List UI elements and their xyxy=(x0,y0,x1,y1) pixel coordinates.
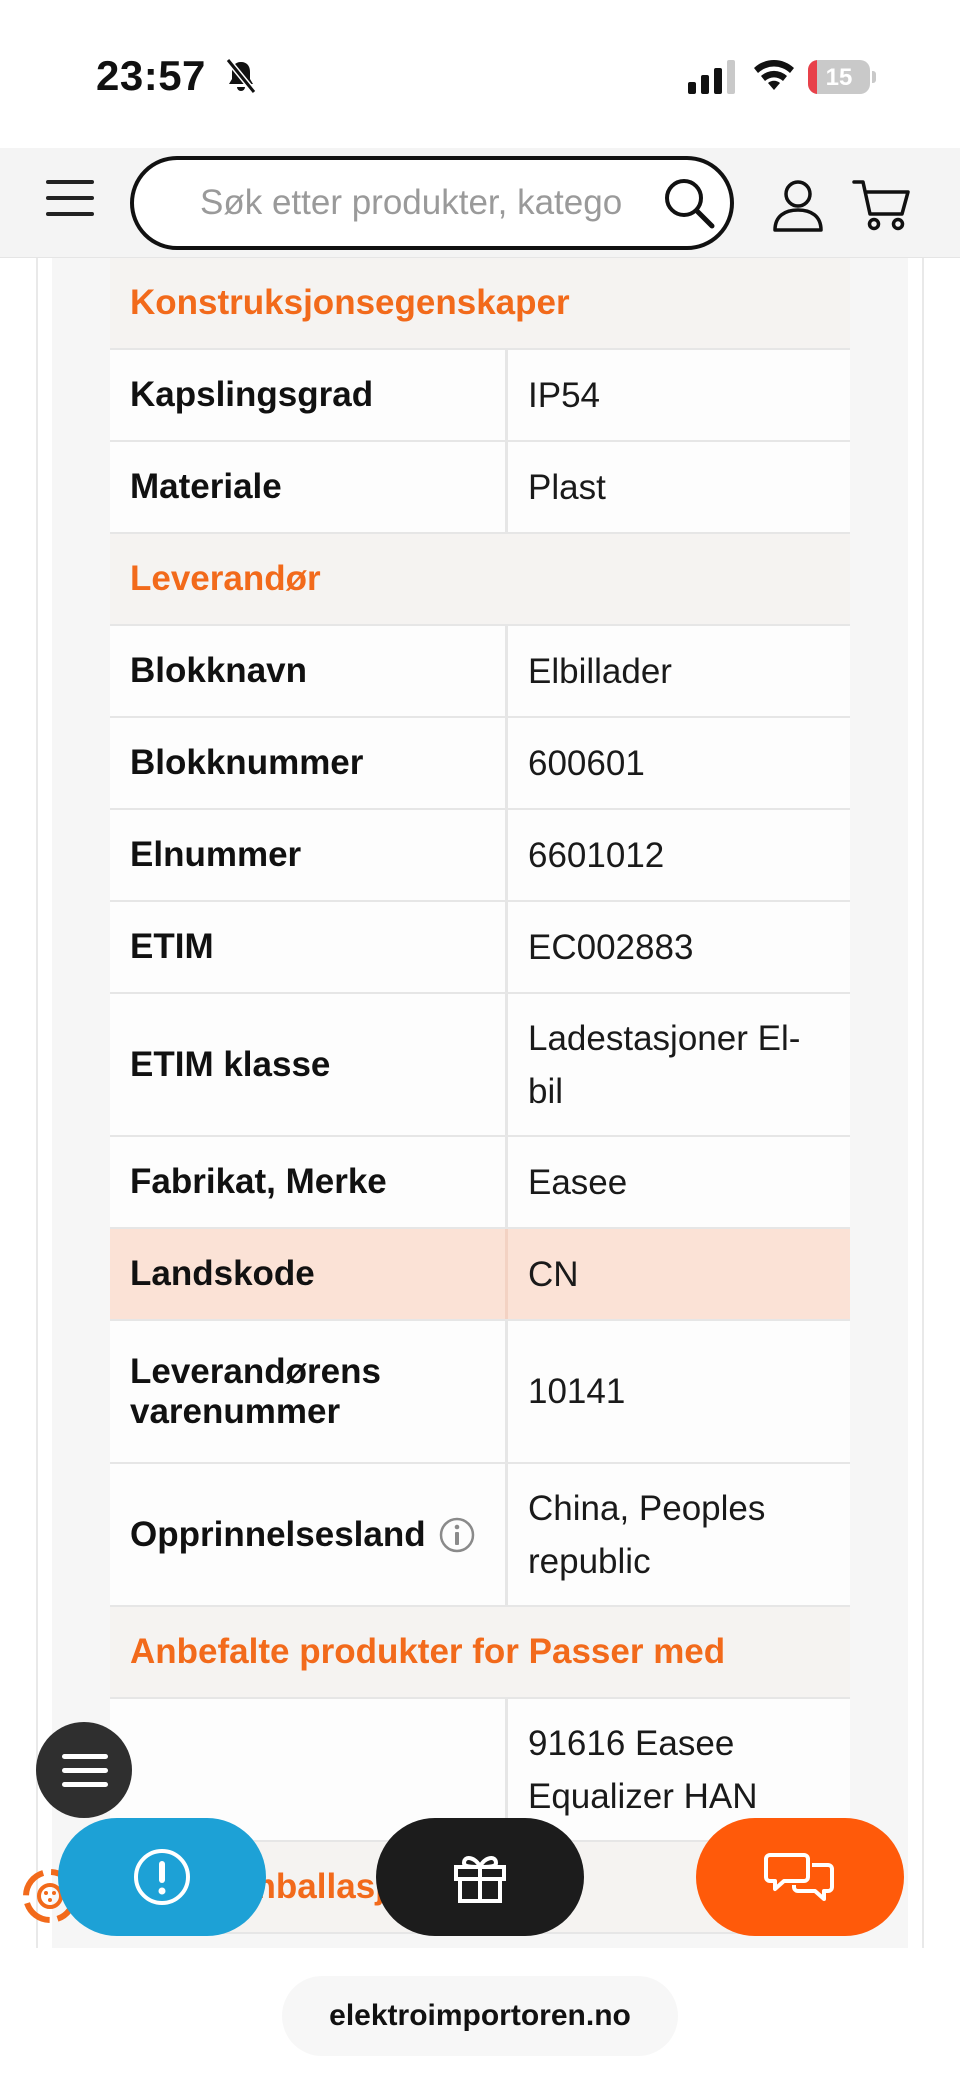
info-icon[interactable] xyxy=(438,1516,476,1554)
search-icon[interactable] xyxy=(662,176,716,230)
spec-key: Materiale xyxy=(110,442,508,532)
floating-menu-button[interactable] xyxy=(36,1722,132,1818)
spec-key: Opprinnelsesland xyxy=(130,1514,426,1554)
spec-value: China, Peoples republic xyxy=(528,1488,766,1581)
table-row: Elnummer 6601012 xyxy=(110,810,850,902)
spec-key: Elnummer xyxy=(110,810,508,900)
hamburger-menu-button[interactable] xyxy=(46,178,96,218)
spec-key: Kapslingsgrad xyxy=(110,350,508,440)
section-title: Anbefalte produkter for Passer med xyxy=(130,1632,726,1671)
chat-button[interactable] xyxy=(696,1818,904,1936)
spec-value: 10141 xyxy=(528,1372,626,1411)
search-bar[interactable] xyxy=(130,156,734,250)
spec-value: 600601 xyxy=(528,743,645,783)
battery-level: 15 xyxy=(825,64,853,91)
table-row: Fabrikat, Merke Easee xyxy=(110,1137,850,1229)
status-time: 23:57 xyxy=(96,52,206,99)
spec-key: Landskode xyxy=(110,1229,508,1319)
table-row: Blokknavn Elbillader xyxy=(110,626,850,718)
table-row: ETIM EC002883 xyxy=(110,902,850,994)
gift-icon xyxy=(454,1856,506,1903)
table-row: Leverandørens varenummer 10141 xyxy=(110,1321,850,1464)
section-header-konstruksjonsegenskaper: Konstruksjonsegenskaper xyxy=(110,258,850,350)
cart-icon[interactable] xyxy=(852,178,912,232)
table-row: ETIM klasse Ladestasjoner El-bil xyxy=(110,994,850,1137)
browser-bottom-bar: elektroimportoren.no xyxy=(0,1948,960,2087)
app-header xyxy=(0,148,960,258)
spec-key: Fabrikat, Merke xyxy=(110,1137,508,1227)
spec-value: Easee xyxy=(528,1162,628,1202)
gift-button[interactable] xyxy=(376,1818,584,1936)
scroll-rail-right xyxy=(922,258,924,1948)
spec-value: Elbillader xyxy=(528,651,672,691)
url-bar[interactable]: elektroimportoren.no xyxy=(282,1976,678,2056)
spec-value: Ladestasjoner El-bil xyxy=(528,1018,801,1111)
battery-icon: 15 xyxy=(808,60,876,94)
table-row: Opprinnelsesland China, Peoples republic xyxy=(110,1464,850,1607)
user-account-icon[interactable] xyxy=(772,178,824,232)
spec-key: Leverandørens varenummer xyxy=(110,1321,508,1462)
scroll-rail-left xyxy=(36,258,38,1948)
spec-key: ETIM klasse xyxy=(110,994,508,1135)
section-title: Leverandør xyxy=(130,559,321,598)
section-title: Konstruksjonsegenskaper xyxy=(130,283,570,322)
table-row: Materiale Plast xyxy=(110,442,850,534)
search-input[interactable] xyxy=(200,178,650,228)
cellular-signal-icon xyxy=(688,60,735,94)
silent-bell-icon xyxy=(225,58,257,94)
spec-key: ETIM xyxy=(110,902,508,992)
section-header-leverandor: Leverandør xyxy=(110,534,850,626)
table-row: Kapslingsgrad IP54 xyxy=(110,350,850,442)
table-row-highlighted: Landskode CN xyxy=(110,1229,850,1321)
alert-button[interactable] xyxy=(58,1818,266,1936)
spec-key: Blokknummer xyxy=(110,718,508,808)
section-header-anbefalte-produkter: Anbefalte produkter for Passer med xyxy=(110,1607,850,1699)
spec-key-with-info: Opprinnelsesland xyxy=(110,1464,508,1605)
table-row: Blokknummer 600601 xyxy=(110,718,850,810)
status-bar: 23:57 15 xyxy=(0,0,960,148)
spec-value: CN xyxy=(528,1254,579,1294)
chat-bubbles-icon xyxy=(764,1853,834,1901)
spec-value: Plast xyxy=(528,467,606,507)
exclamation-icon xyxy=(134,1849,190,1905)
wifi-icon xyxy=(754,60,794,90)
specifications-table: Konstruksjonsegenskaper Kapslingsgrad IP… xyxy=(110,258,850,1934)
spec-value: EC002883 xyxy=(528,927,694,967)
spec-key: Blokknavn xyxy=(110,626,508,716)
spec-value: IP54 xyxy=(528,375,600,415)
spec-value: 6601012 xyxy=(528,835,665,875)
